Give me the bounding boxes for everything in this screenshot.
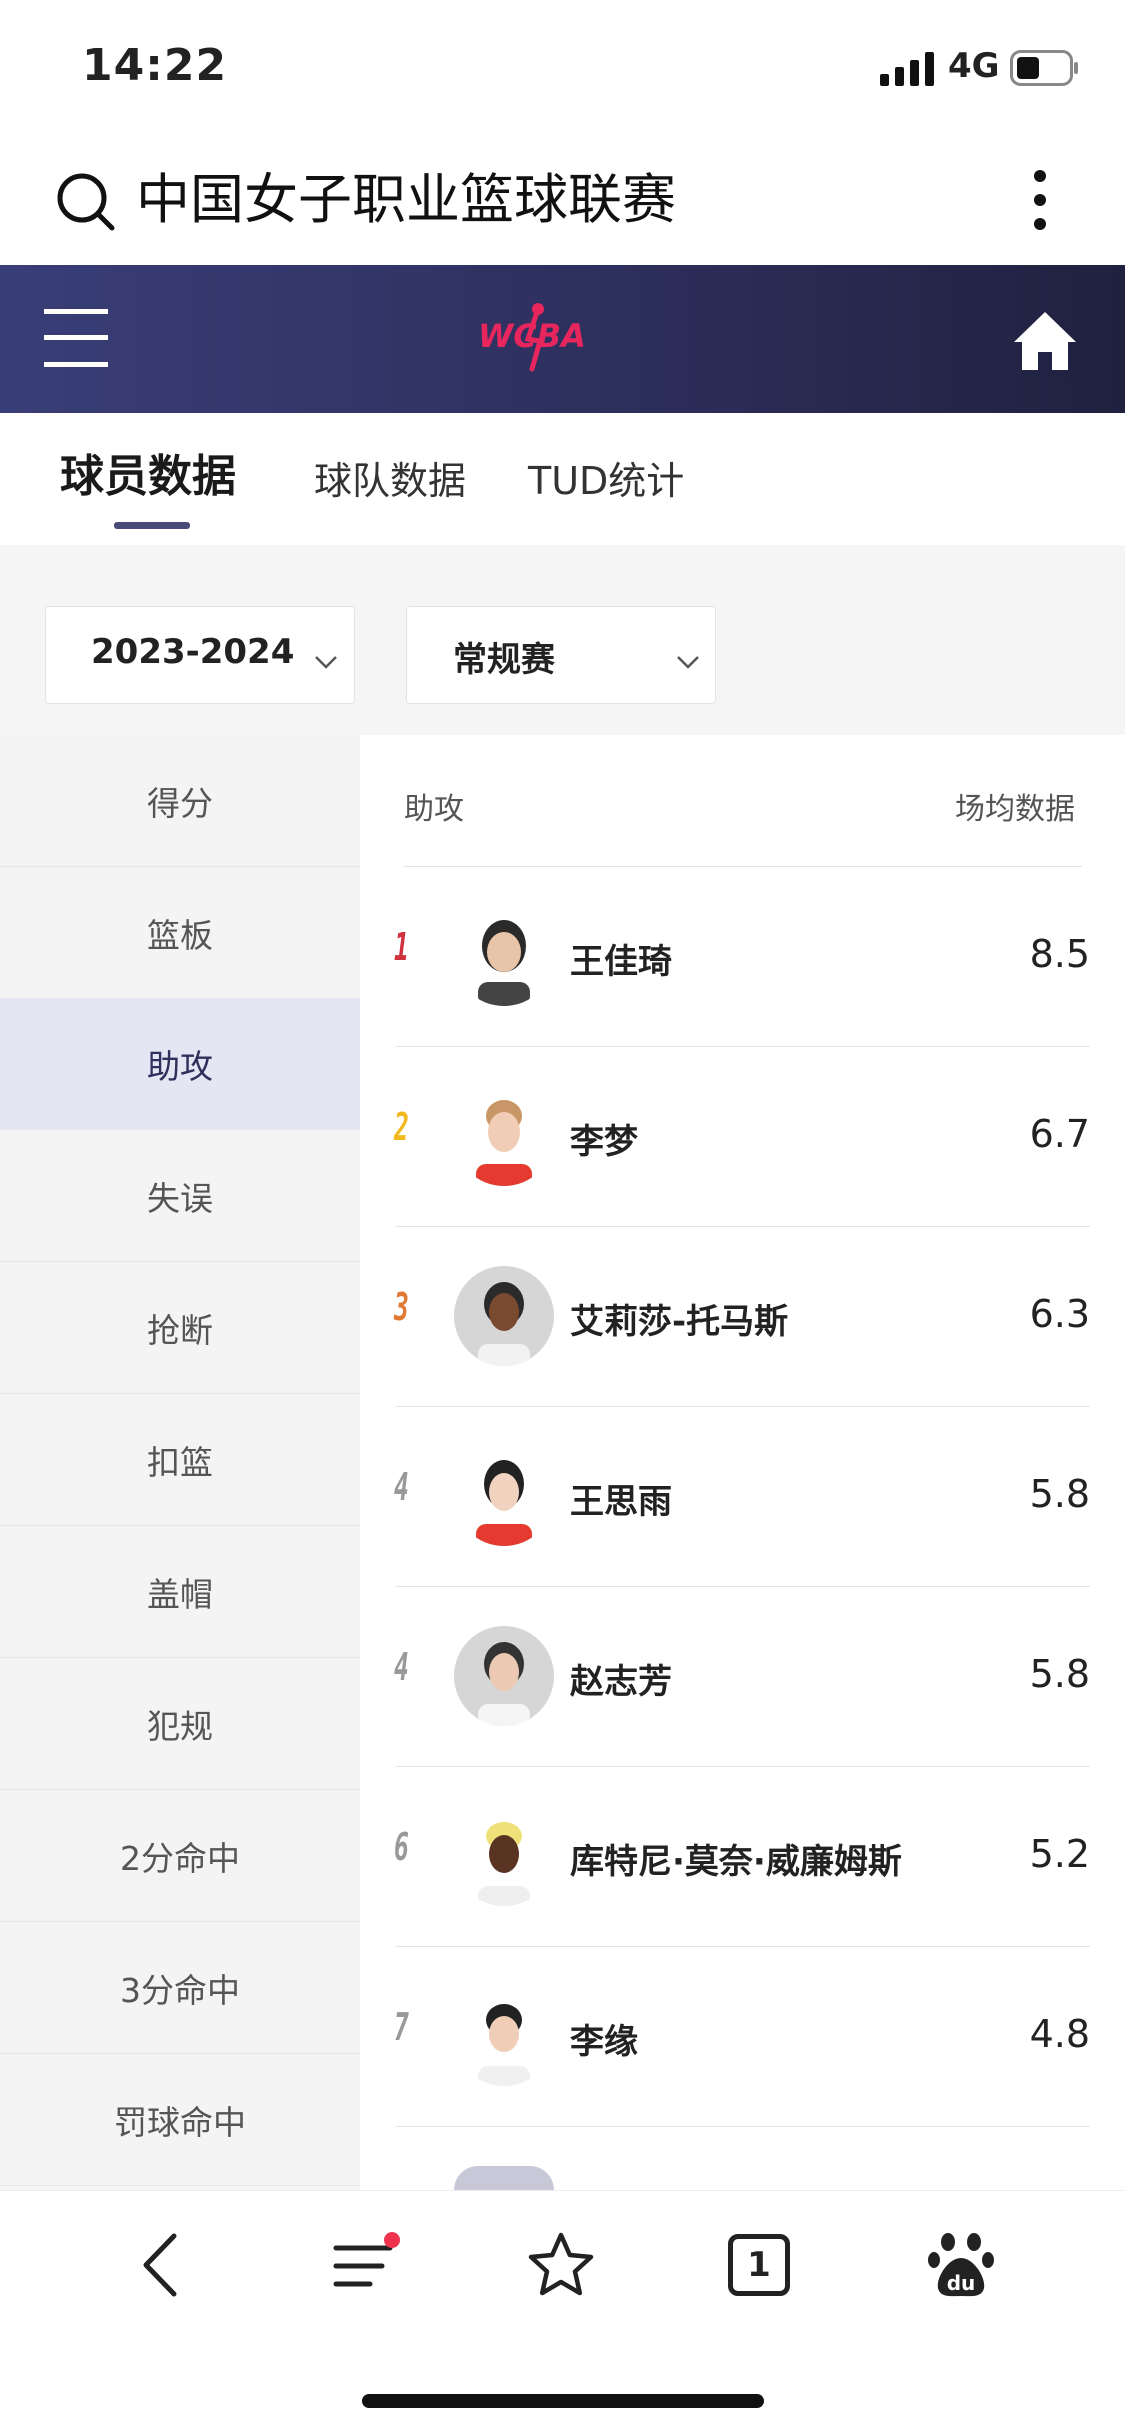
signal-icon [880,52,934,86]
tab-team-stats[interactable]: 球队数据 [314,450,466,505]
active-tab-indicator [114,522,190,529]
search-query[interactable]: 中国女子职业篮球联赛 [136,164,676,236]
sidebar-item-turnovers[interactable]: 失误 [0,1130,360,1262]
player-stat-value: 6.7 [1029,1112,1090,1156]
star-icon[interactable] [526,2230,596,2300]
player-stat-value: 5.8 [1029,1472,1090,1516]
avatar[interactable] [454,1626,554,1726]
divider [404,866,1082,867]
chevron-down-icon [677,656,699,669]
sidebar-item-3pt-made[interactable]: 3分命中 [0,1922,360,2054]
player-name[interactable]: 王思雨 [570,1474,672,1523]
list-header-category: 助攻 [404,792,464,827]
divider [396,1226,1090,1227]
menu-icon[interactable] [44,305,108,371]
chevron-down-icon [315,656,337,669]
rank-number: 4 [394,1465,409,1509]
status-time: 14:22 [82,40,228,91]
player-name[interactable]: 赵志芳 [570,1654,672,1703]
divider [396,2126,1090,2127]
divider [396,1406,1090,1407]
season-select-value: 2023-2024 [91,632,295,672]
sidebar-item-points[interactable]: 得分 [0,735,360,867]
list-header-per-game: 场均数据 [955,792,1075,827]
avatar[interactable] [454,1086,554,1186]
sidebar-item-rebounds[interactable]: 篮板 [0,867,360,999]
rank-number: 6 [394,1825,409,1869]
svg-text:du: du [947,2271,976,2295]
player-stat-value: 6.3 [1029,1292,1090,1336]
player-stat-value: 4.8 [1029,2012,1090,2056]
rank-number: 2 [394,1105,409,1149]
avatar[interactable] [454,2166,554,2190]
player-name[interactable]: 李缘 [570,2014,638,2063]
sidebar-item-steals[interactable]: 抢断 [0,1262,360,1394]
menu-list-icon[interactable] [330,2230,400,2300]
avatar[interactable] [454,1446,554,1546]
sidebar-item-blocks[interactable]: 盖帽 [0,1526,360,1658]
sidebar-item-dunks[interactable]: 扣篮 [0,1394,360,1526]
wcba-logo[interactable]: WCBA [470,295,660,375]
avatar[interactable] [454,1806,554,1906]
player-name[interactable]: 李梦 [570,1114,638,1163]
sidebar-item-fouls[interactable]: 犯规 [0,1658,360,1790]
divider [396,1766,1090,1767]
avatar[interactable] [454,1986,554,2086]
player-name[interactable]: 艾莉莎-托马斯 [570,1294,788,1343]
rank-number: 3 [394,1285,409,1329]
battery-icon [1010,50,1078,86]
sidebar-item-ft-made[interactable]: 罚球命中 [0,2054,360,2186]
player-stat-value: 5.2 [1029,1832,1090,1876]
tab-tud-stats[interactable]: TUD统计 [528,450,684,505]
back-icon[interactable] [128,2230,198,2300]
home-indicator [362,2394,764,2408]
player-name[interactable]: 王佳琦 [570,934,672,983]
player-name[interactable]: 库特尼·莫奈·威廉姆斯 [570,1834,902,1883]
rank-number: 1 [394,925,409,969]
player-stat-value: 5.8 [1029,1652,1090,1696]
divider [396,1046,1090,1047]
avatar[interactable] [454,906,554,1006]
network-type: 4G [948,46,1000,86]
baidu-paw-icon[interactable]: du [926,2230,996,2300]
tab-count: 1 [747,2245,771,2285]
search-icon[interactable] [56,172,116,232]
tab-player-stats[interactable]: 球员数据 [60,440,236,504]
stage-select-value: 常规赛 [453,640,555,680]
player-stat-value: 8.5 [1029,932,1090,976]
rank-number: 7 [394,2005,409,2049]
divider [396,1946,1090,1947]
divider [396,1586,1090,1587]
rank-number: 4 [394,1645,409,1689]
sidebar-item-2pt-made[interactable]: 2分命中 [0,1790,360,1922]
home-icon[interactable] [1012,310,1078,372]
avatar[interactable] [454,1266,554,1366]
more-icon[interactable] [1030,168,1050,232]
sidebar-item-assists[interactable]: 助攻 [0,998,360,1130]
